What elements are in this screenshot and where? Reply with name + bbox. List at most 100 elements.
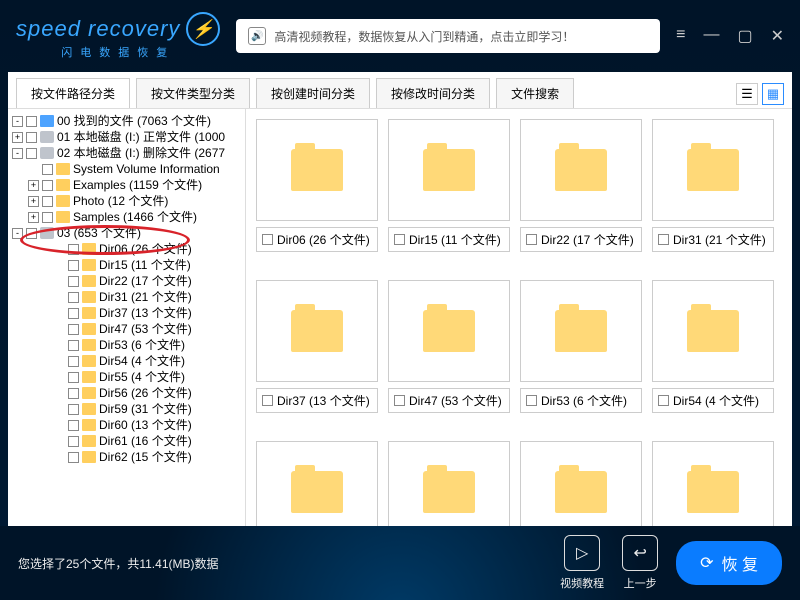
- checkbox[interactable]: [526, 234, 537, 245]
- folder-card[interactable]: Dir15 (11 个文件): [388, 119, 510, 252]
- folder-icon: [291, 471, 343, 513]
- tab-by-type[interactable]: 按文件类型分类: [136, 78, 250, 109]
- checkbox[interactable]: [26, 148, 37, 159]
- tree-label: Dir59 (31 个文件): [99, 401, 192, 417]
- tree-row[interactable]: Dir06 (26 个文件): [10, 241, 243, 257]
- checkbox[interactable]: [68, 340, 79, 351]
- titlebar: speed recovery ⚡ 闪电数据恢复 🔊 高清视频教程，数据恢复从入门…: [0, 0, 800, 72]
- checkbox[interactable]: [68, 356, 79, 367]
- tree-row[interactable]: Dir54 (4 个文件): [10, 353, 243, 369]
- folder-icon: [555, 149, 607, 191]
- minimize-button[interactable]: —: [703, 26, 719, 46]
- checkbox[interactable]: [394, 395, 405, 406]
- list-view-button[interactable]: ☰: [736, 83, 758, 105]
- file-tree[interactable]: -00 找到的文件 (7063 个文件)+01 本地磁盘 (I:) 正常文件 (…: [8, 109, 246, 526]
- checkbox[interactable]: [68, 452, 79, 463]
- tab-by-created[interactable]: 按创建时间分类: [256, 78, 370, 109]
- tree-row[interactable]: +Photo (12 个文件): [10, 193, 243, 209]
- tree-row[interactable]: Dir47 (53 个文件): [10, 321, 243, 337]
- expand-toggle[interactable]: -: [12, 148, 23, 159]
- file-grid[interactable]: Dir06 (26 个文件)Dir15 (11 个文件)Dir22 (17 个文…: [246, 109, 792, 526]
- checkbox[interactable]: [658, 234, 669, 245]
- checkbox[interactable]: [68, 324, 79, 335]
- tree-row[interactable]: Dir60 (13 个文件): [10, 417, 243, 433]
- grid-view-button[interactable]: ▦: [762, 83, 784, 105]
- tree-row[interactable]: -00 找到的文件 (7063 个文件): [10, 113, 243, 129]
- folder-card[interactable]: Dir22 (17 个文件): [520, 119, 642, 252]
- tab-by-modified[interactable]: 按修改时间分类: [376, 78, 490, 109]
- tree-row[interactable]: Dir56 (26 个文件): [10, 385, 243, 401]
- video-tutorial-button[interactable]: ▷ 视频教程: [560, 535, 604, 591]
- expand-toggle[interactable]: +: [28, 196, 39, 207]
- close-button[interactable]: ✕: [771, 26, 784, 46]
- folder-icon: [291, 149, 343, 191]
- checkbox[interactable]: [68, 388, 79, 399]
- checkbox[interactable]: [68, 404, 79, 415]
- checkbox[interactable]: [68, 420, 79, 431]
- speaker-icon: 🔊: [248, 27, 266, 45]
- tree-row[interactable]: +Examples (1159 个文件): [10, 177, 243, 193]
- tutorial-banner[interactable]: 🔊 高清视频教程，数据恢复从入门到精通，点击立即学习！: [236, 19, 660, 53]
- maximize-button[interactable]: ▢: [737, 26, 752, 46]
- folder-card[interactable]: Dir06 (26 个文件): [256, 119, 378, 252]
- checkbox[interactable]: [68, 308, 79, 319]
- checkbox[interactable]: [68, 372, 79, 383]
- tree-row[interactable]: Dir53 (6 个文件): [10, 337, 243, 353]
- tree-row[interactable]: Dir15 (11 个文件): [10, 257, 243, 273]
- tree-row[interactable]: Dir55 (4 个文件): [10, 369, 243, 385]
- checkbox[interactable]: [68, 244, 79, 255]
- folder-card[interactable]: Dir54 (4 个文件): [652, 280, 774, 413]
- tree-row[interactable]: Dir37 (13 个文件): [10, 305, 243, 321]
- folder-card[interactable]: [388, 441, 510, 526]
- back-button[interactable]: ↩ 上一步: [622, 535, 658, 591]
- tree-row[interactable]: Dir62 (15 个文件): [10, 449, 243, 465]
- checkbox[interactable]: [26, 116, 37, 127]
- folder-card[interactable]: Dir37 (13 个文件): [256, 280, 378, 413]
- checkbox[interactable]: [68, 276, 79, 287]
- tree-row[interactable]: Dir31 (21 个文件): [10, 289, 243, 305]
- folder-card[interactable]: Dir31 (21 个文件): [652, 119, 774, 252]
- expand-toggle[interactable]: +: [28, 180, 39, 191]
- checkbox[interactable]: [262, 395, 273, 406]
- checkbox[interactable]: [42, 196, 53, 207]
- tree-row[interactable]: +Samples (1466 个文件): [10, 209, 243, 225]
- folder-card[interactable]: Dir53 (6 个文件): [520, 280, 642, 413]
- tree-row[interactable]: -02 本地磁盘 (I:) 删除文件 (2677: [10, 145, 243, 161]
- menu-icon[interactable]: ≡: [676, 26, 685, 46]
- tree-row[interactable]: +01 本地磁盘 (I:) 正常文件 (1000: [10, 129, 243, 145]
- recover-button[interactable]: ⟳ 恢 复: [676, 541, 782, 585]
- folder-icon: [56, 211, 70, 223]
- checkbox[interactable]: [68, 260, 79, 271]
- tree-row[interactable]: Dir59 (31 个文件): [10, 401, 243, 417]
- checkbox[interactable]: [526, 395, 537, 406]
- checkbox[interactable]: [262, 234, 273, 245]
- checkbox[interactable]: [68, 292, 79, 303]
- tree-label: Dir22 (17 个文件): [99, 273, 192, 289]
- banner-text: 高清视频教程，数据恢复从入门到精通，点击立即学习！: [274, 28, 574, 45]
- folder-card[interactable]: Dir47 (53 个文件): [388, 280, 510, 413]
- tree-row[interactable]: Dir22 (17 个文件): [10, 273, 243, 289]
- tab-by-path[interactable]: 按文件路径分类: [16, 78, 130, 109]
- folder-card[interactable]: [520, 441, 642, 526]
- checkbox[interactable]: [42, 212, 53, 223]
- tree-label: Dir55 (4 个文件): [99, 369, 185, 385]
- expand-toggle[interactable]: +: [28, 212, 39, 223]
- checkbox[interactable]: [42, 180, 53, 191]
- folder-icon: [555, 310, 607, 352]
- folder-card[interactable]: [652, 441, 774, 526]
- tree-row[interactable]: -03 (653 个文件): [10, 225, 243, 241]
- tree-row[interactable]: Dir61 (16 个文件): [10, 433, 243, 449]
- expand-toggle[interactable]: -: [12, 228, 23, 239]
- tab-search[interactable]: 文件搜索: [496, 78, 574, 109]
- checkbox[interactable]: [26, 228, 37, 239]
- folder-card[interactable]: [256, 441, 378, 526]
- folder-icon: [82, 275, 96, 287]
- expand-toggle[interactable]: -: [12, 116, 23, 127]
- checkbox[interactable]: [68, 436, 79, 447]
- checkbox[interactable]: [42, 164, 53, 175]
- expand-toggle[interactable]: +: [12, 132, 23, 143]
- checkbox[interactable]: [26, 132, 37, 143]
- checkbox[interactable]: [658, 395, 669, 406]
- checkbox[interactable]: [394, 234, 405, 245]
- tree-row[interactable]: System Volume Information: [10, 161, 243, 177]
